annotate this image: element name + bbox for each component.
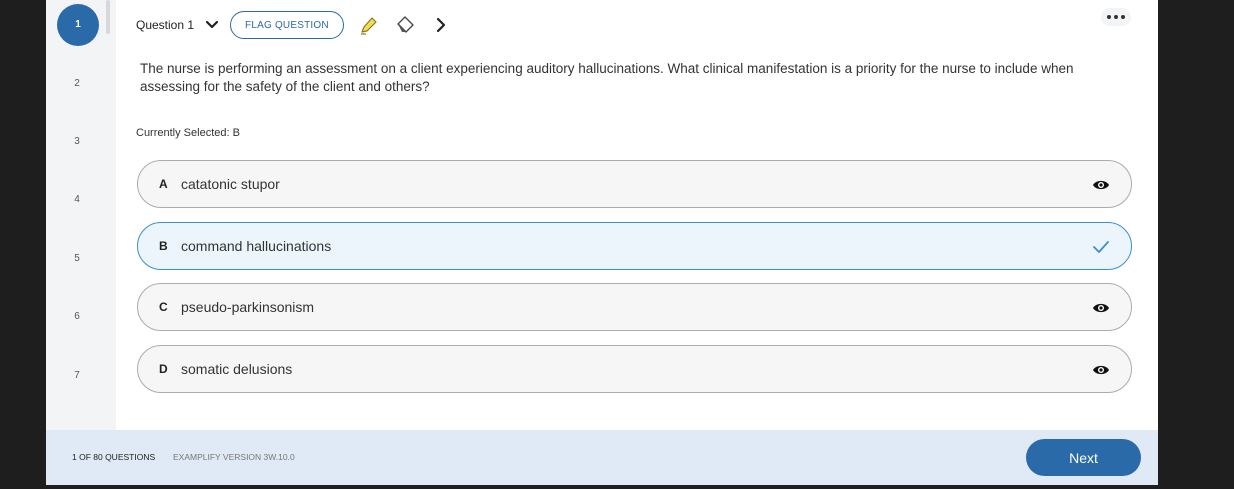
rail-scrollbar[interactable]	[106, 0, 110, 34]
answer-letter: A	[159, 177, 168, 191]
question-nav-item-1[interactable]: 1	[57, 4, 99, 46]
answer-text: pseudo-parkinsonism	[181, 299, 315, 315]
question-nav-item-3[interactable]: 3	[46, 132, 108, 152]
chevron-down-icon[interactable]	[204, 17, 220, 33]
exam-footer: 1 OF 80 QUESTIONS EXAMPLIFY VERSION 3W.1…	[46, 430, 1158, 485]
eraser-icon[interactable]	[394, 14, 416, 36]
answer-option-b[interactable]: B command hallucinations	[137, 222, 1132, 270]
question-nav-rail: 1 2 3 4 5 6 7	[46, 0, 116, 430]
exam-window: 1 2 3 4 5 6 7 Question 1 FLAG QUESTION T…	[46, 0, 1158, 485]
app-version: EXAMPLIFY VERSION 3W.10.0	[173, 452, 295, 462]
next-button[interactable]: Next	[1026, 439, 1141, 476]
answer-option-a[interactable]: A catatonic stupor	[137, 160, 1132, 208]
eye-icon[interactable]	[1091, 175, 1111, 195]
more-dot-icon	[1121, 15, 1125, 19]
question-toolbar: Question 1 FLAG QUESTION	[136, 10, 452, 40]
check-icon	[1091, 237, 1111, 257]
answer-letter: D	[159, 362, 168, 376]
eye-icon[interactable]	[1091, 298, 1111, 318]
answer-text: somatic delusions	[181, 361, 293, 377]
question-count: 1 OF 80 QUESTIONS	[72, 452, 156, 462]
more-dot-icon	[1107, 15, 1111, 19]
chevron-right-icon[interactable]	[430, 14, 452, 36]
question-nav-item-5[interactable]: 5	[46, 249, 108, 269]
highlighter-icon[interactable]	[358, 14, 380, 36]
flag-question-button[interactable]: FLAG QUESTION	[230, 11, 344, 39]
more-dot-icon	[1114, 15, 1118, 19]
answer-text: command hallucinations	[181, 238, 332, 254]
question-stem: The nurse is performing an assessment on…	[140, 61, 1074, 94]
more-options-button[interactable]	[1101, 8, 1131, 26]
answer-option-c[interactable]: C pseudo-parkinsonism	[137, 283, 1132, 331]
answer-option-d[interactable]: D somatic delusions	[137, 345, 1132, 393]
answer-letter: B	[159, 239, 168, 253]
eye-icon[interactable]	[1091, 360, 1111, 380]
currently-selected-label: Currently Selected: B	[136, 127, 240, 139]
answer-text: catatonic stupor	[181, 176, 280, 192]
question-nav-item-7[interactable]: 7	[46, 366, 108, 386]
question-title: Question 1	[136, 18, 195, 32]
question-nav-item-4[interactable]: 4	[46, 190, 108, 210]
answer-letter: C	[159, 300, 168, 314]
question-nav-item-6[interactable]: 6	[46, 307, 108, 327]
question-nav-item-2[interactable]: 2	[46, 74, 108, 94]
